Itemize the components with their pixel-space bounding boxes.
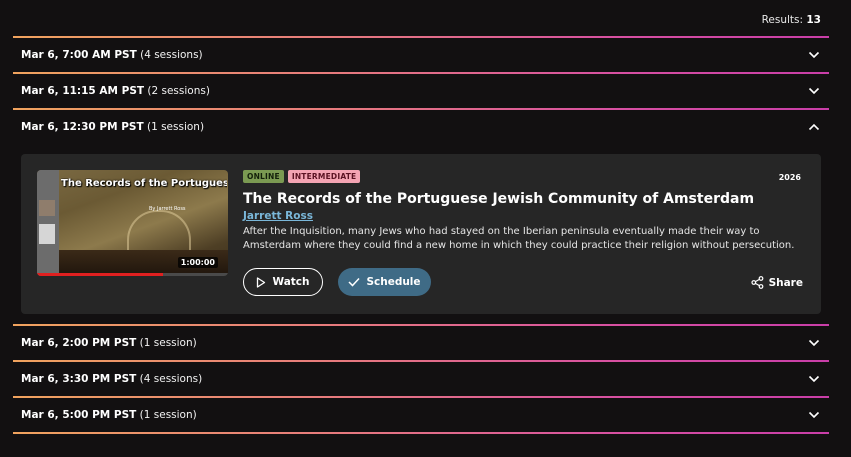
group-count: (4 sessions) [139,373,203,385]
share-icon [750,276,764,289]
video-progress-bar [37,273,228,276]
group-date: Mar 6, 5:00 PM PST [21,409,137,421]
expanded-group-content: The Records of the Portuguese Jewish Com… [13,144,829,324]
group-row[interactable]: Mar 6, 2:00 PM PST (1 session) [13,326,829,360]
speaker-link[interactable]: Jarrett Ross [243,210,313,222]
results-label: Results: [761,14,804,26]
group-date: Mar 6, 3:30 PM PST [21,373,137,385]
group-row[interactable]: Mar 6, 11:15 AM PST (2 sessions) [13,74,829,108]
chevron-down-icon[interactable] [807,336,821,350]
watch-label: Watch [272,276,310,288]
schedule-label: Schedule [366,276,421,288]
group-count: (1 session) [139,409,197,421]
thumbnail-title: The Records of the Portuguese Jewish Com… [61,178,227,189]
share-button[interactable]: Share [750,276,803,289]
group-row[interactable]: Mar 6, 7:00 AM PST (4 sessions) [13,38,829,72]
session-year: 2026 [778,173,801,182]
chevron-down-icon[interactable] [807,372,821,386]
group-row-expanded[interactable]: Mar 6, 12:30 PM PST (1 session) [13,110,829,144]
session-title[interactable]: The Records of the Portuguese Jewish Com… [243,191,754,207]
badge-level: INTERMEDIATE [287,170,361,183]
group-count: (2 sessions) [147,85,210,97]
session-description: After the Inquisition, many Jews who had… [243,226,795,251]
video-duration: 1:00:00 [177,257,218,268]
group-count: (1 session) [139,337,197,349]
group-row[interactable]: Mar 6, 3:30 PM PST (4 sessions) [13,362,829,396]
group-row[interactable]: Mar 6, 5:00 PM PST (1 session) [13,398,829,432]
check-icon [348,277,360,287]
group-date: Mar 6, 12:30 PM PST [21,121,144,133]
badge-group: ONLINE INTERMEDIATE [243,170,361,183]
group-count: (1 session) [146,121,205,133]
watch-button[interactable]: Watch [243,268,323,296]
thumbnail-byline: By Jarrett Ross [149,206,186,212]
chevron-down-icon[interactable] [807,408,821,422]
chevron-down-icon[interactable] [807,48,821,62]
results-count: Results: 13 [762,14,821,26]
share-label: Share [768,276,803,289]
schedule-button[interactable]: Schedule [338,268,431,296]
chevron-up-icon[interactable] [807,120,821,134]
group-count: (4 sessions) [140,49,203,61]
group-date: Mar 6, 2:00 PM PST [21,337,137,349]
badge-online: ONLINE [243,170,284,183]
group-date: Mar 6, 7:00 AM PST [21,49,137,61]
session-group-list: Mar 6, 7:00 AM PST (4 sessions) Mar 6, 1… [13,36,829,434]
session-card: The Records of the Portuguese Jewish Com… [21,154,821,314]
results-number: 13 [806,14,821,26]
play-icon [256,276,266,288]
group-date: Mar 6, 11:15 AM PST [21,85,145,97]
divider [13,432,829,434]
chevron-down-icon[interactable] [807,84,821,98]
video-thumbnail[interactable]: The Records of the Portuguese Jewish Com… [37,170,228,276]
